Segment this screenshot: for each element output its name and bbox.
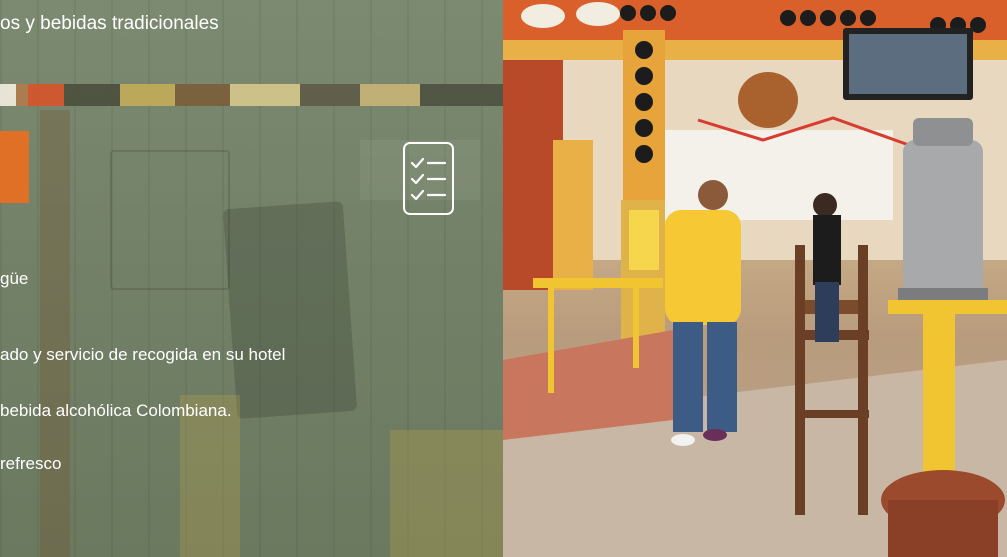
list-item: refresco [0,454,62,473]
content-panel: os y bebidas tradicionales güe ado y ser… [0,0,503,557]
decorative-stripe [0,84,503,106]
restaurant-photo [503,0,1007,557]
list-item: ado y servicio de recogida en su hotel [0,345,286,364]
background-pillar [40,110,70,557]
background-chair [390,430,503,557]
background-chalkboard [222,201,358,419]
accent-tab [0,131,29,203]
checklist-icon [403,142,454,215]
background-frame [110,150,230,290]
section-subtitle: os y bebidas tradicionales [0,13,219,34]
restaurant-scene [503,0,1007,557]
list-item: bebida alcohólica Colombiana. [0,401,232,420]
list-item: güe [0,269,29,288]
